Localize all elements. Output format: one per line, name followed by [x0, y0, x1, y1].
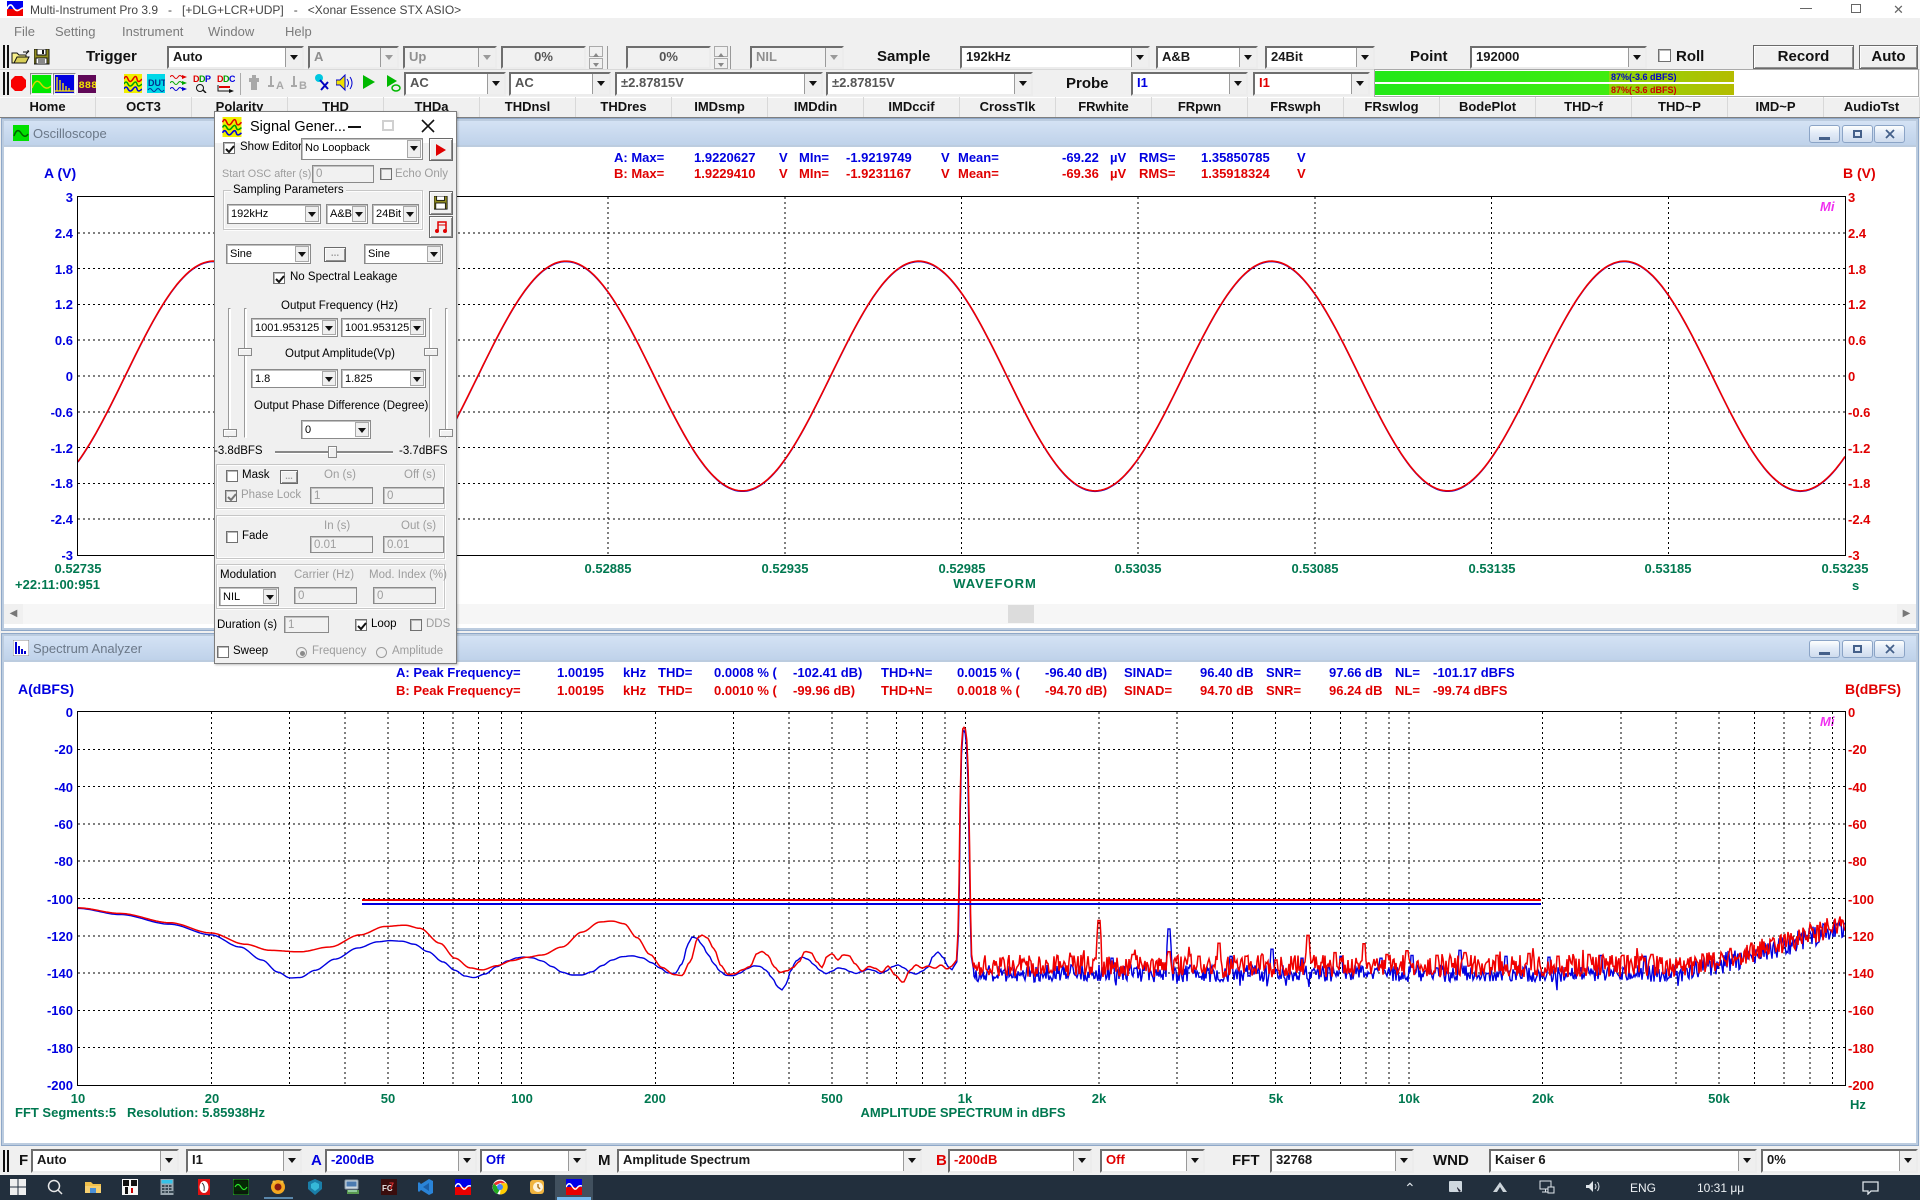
svg-text:P: P — [205, 74, 211, 84]
svg-text:A: A — [276, 80, 284, 92]
svg-text:DUT: DUT — [148, 78, 165, 88]
svg-text:888: 888 — [79, 80, 97, 92]
svg-text:C: C — [229, 74, 235, 84]
svg-text:7: 7 — [389, 1181, 394, 1191]
svg-text:B: B — [299, 80, 307, 92]
